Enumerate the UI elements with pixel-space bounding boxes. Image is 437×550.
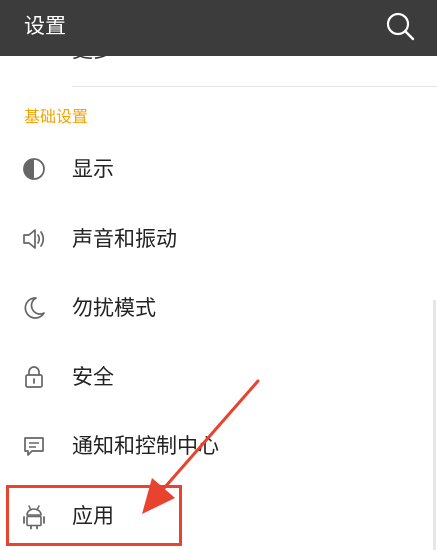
scrollbar[interactable] [433, 300, 436, 550]
settings-item-notifications[interactable]: 通知和控制中心 [0, 413, 437, 479]
display-icon [20, 155, 48, 183]
settings-item-label: 声音和振动 [72, 227, 177, 251]
app-bar: 设置 [0, 0, 437, 56]
settings-item-label: 显示 [72, 157, 114, 181]
settings-item-do-not-disturb[interactable]: 勿扰模式 [0, 275, 437, 341]
settings-item-sound[interactable]: 声音和振动 [0, 206, 437, 272]
settings-item-display[interactable]: 显示 [0, 136, 437, 202]
search-button[interactable] [384, 10, 416, 42]
lock-icon [20, 363, 48, 391]
divider [72, 86, 437, 87]
settings-item-more[interactable]: 更多 [0, 56, 437, 90]
page-title: 设置 [24, 14, 66, 38]
settings-item-security[interactable]: 安全 [0, 344, 437, 410]
settings-item-label: 勿扰模式 [72, 296, 156, 320]
search-icon [386, 12, 415, 41]
settings-item-label: 通知和控制中心 [72, 434, 219, 458]
settings-item-label: 安全 [72, 365, 114, 389]
notification-icon [20, 432, 48, 460]
moon-icon [20, 294, 48, 322]
settings-item-label: 更多 [72, 56, 114, 64]
annotation-highlight-box [6, 485, 182, 546]
speaker-icon [20, 225, 48, 253]
section-header: 基础设置 [24, 107, 89, 126]
